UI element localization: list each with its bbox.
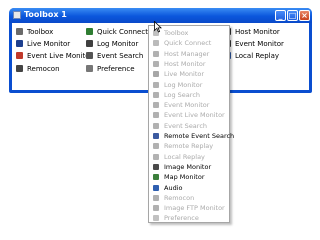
menu-item-label: Image FTP Monitor <box>164 204 225 213</box>
menu-item-toolbox[interactable]: Toolbox <box>151 28 229 38</box>
item-label: Quick Connect <box>97 28 148 36</box>
event-live-monitor-icon <box>153 112 159 119</box>
menu-item-label: Remote Replay <box>164 142 214 151</box>
menu-item-log-monitor[interactable]: Log Monitor <box>151 80 229 90</box>
toolbox-icon <box>16 28 23 35</box>
menu-item-map-monitor[interactable]: Map Monitor <box>151 172 229 182</box>
log-monitor-icon <box>86 40 93 47</box>
toolbox-item-quick-connect[interactable]: Quick Connect <box>86 27 148 37</box>
menu-item-image-monitor[interactable]: Image Monitor <box>151 162 229 172</box>
log-monitor-icon <box>153 81 159 88</box>
menu-item-label: Local Replay <box>164 152 205 161</box>
window-title: Toolbox 1 <box>24 10 67 19</box>
menu-item-label: Remote Event Search <box>164 132 235 140</box>
event-search-icon <box>86 52 93 59</box>
toolbox-item-event-search[interactable]: Event Search <box>86 51 143 61</box>
menu-item-host-manager[interactable]: Host Manager <box>151 49 229 59</box>
map-monitor-icon <box>153 174 159 181</box>
event-search-icon <box>153 122 159 129</box>
remocon-icon <box>16 65 23 72</box>
menu-item-log-search[interactable]: Log Search <box>151 90 229 100</box>
menu-item-label: Event Search <box>164 121 208 130</box>
menu-item-label: Image Monitor <box>164 162 212 171</box>
toolbox-item-event-monitor[interactable]: Event Monitor <box>224 39 284 49</box>
toolbox-item-live-monitor[interactable]: Live Monitor <box>16 39 70 49</box>
toolbox-item-host-monitor[interactable]: Host Monitor <box>224 27 280 37</box>
menu-item-label: Log Monitor <box>164 80 203 89</box>
menu-item-label: Audio <box>164 183 183 192</box>
menu-item-label: Map Monitor <box>164 173 205 182</box>
menu-item-preference[interactable]: Preference <box>151 213 229 223</box>
image-ftp-monitor-icon <box>153 205 159 212</box>
menu-item-quick-connect[interactable]: Quick Connect <box>151 38 229 48</box>
local-replay-icon <box>153 153 159 160</box>
menu-item-remocon[interactable]: Remocon <box>151 193 229 203</box>
item-label: Event Monitor <box>235 40 284 48</box>
menu-item-audio[interactable]: Audio <box>151 183 229 193</box>
item-label: Event Search <box>97 52 144 60</box>
menu-item-label: Remocon <box>164 193 195 202</box>
remocon-icon <box>153 194 159 201</box>
menu-item-event-live-monitor[interactable]: Event Live Monitor <box>151 110 229 120</box>
window-icon[interactable] <box>13 11 21 19</box>
maximize-button[interactable]: □ <box>287 10 298 21</box>
toolbox-item-log-monitor[interactable]: Log Monitor <box>86 39 138 49</box>
preference-icon <box>153 215 159 222</box>
image-monitor-icon <box>153 163 159 170</box>
toolbox-item-event-live-monitor[interactable]: Event Live Monitor <box>16 51 92 61</box>
remote-event-search-icon <box>153 133 159 139</box>
close-button[interactable]: × <box>299 10 310 21</box>
menu-item-label: Preference <box>164 214 199 223</box>
menu-item-local-replay[interactable]: Local Replay <box>151 152 229 162</box>
menu-item-label: Live Monitor <box>164 70 205 79</box>
minimize-button[interactable]: _ <box>275 10 286 21</box>
menu-item-remote-event-search[interactable]: Remote Event Search <box>151 131 234 141</box>
toolbox-item-remocon[interactable]: Remocon <box>16 64 60 74</box>
toolbox-item-local-replay[interactable]: Local Replay <box>224 51 279 61</box>
remote-replay-icon <box>153 143 159 150</box>
event-live-monitor-icon <box>16 52 23 59</box>
menu-item-host-monitor[interactable]: Host Monitor <box>151 59 229 69</box>
host-manager-icon <box>153 50 159 57</box>
event-monitor-icon <box>153 102 159 109</box>
menu-item-live-monitor[interactable]: Live Monitor <box>151 69 229 79</box>
menu-item-remote-replay[interactable]: Remote Replay <box>151 141 229 151</box>
audio-icon <box>153 184 159 191</box>
quick-connect-icon <box>86 28 93 35</box>
preference-icon <box>86 65 93 72</box>
item-label: Preference <box>97 65 135 73</box>
live-monitor-icon <box>16 40 23 47</box>
log-search-icon <box>153 91 159 98</box>
menu-item-label: Toolbox <box>164 29 189 37</box>
toolbox-item-toolbox[interactable]: Toolbox <box>16 27 53 37</box>
menu-item-label: Event Monitor <box>164 101 210 110</box>
menu-item-label: Host Monitor <box>164 59 206 68</box>
item-label: Live Monitor <box>27 40 71 48</box>
menu-item-label: Log Search <box>164 90 201 99</box>
toolbox-item-preference[interactable]: Preference <box>86 64 135 74</box>
item-label: Remocon <box>27 65 60 73</box>
menu-item-event-search[interactable]: Event Search <box>151 121 229 131</box>
item-label: Log Monitor <box>97 40 139 48</box>
menu-item-event-monitor[interactable]: Event Monitor <box>151 100 229 110</box>
add-tool-menu: Toolbox Quick Connect Host Manager Host … <box>148 25 234 223</box>
menu-item-label: Host Manager <box>164 49 210 58</box>
host-monitor-icon <box>153 60 159 67</box>
item-label: Local Replay <box>235 52 280 60</box>
item-label: Host Monitor <box>235 28 280 36</box>
item-label: Toolbox <box>27 28 54 36</box>
quick-connect-icon <box>153 40 159 47</box>
live-monitor-icon <box>153 71 159 78</box>
menu-item-image-ftp-monitor[interactable]: Image FTP Monitor <box>151 203 229 213</box>
menu-item-label: Quick Connect <box>164 39 212 48</box>
menu-item-label: Event Live Monitor <box>164 111 225 120</box>
mouse-cursor-icon <box>154 21 162 33</box>
item-label: Event Live Monitor <box>27 52 93 60</box>
